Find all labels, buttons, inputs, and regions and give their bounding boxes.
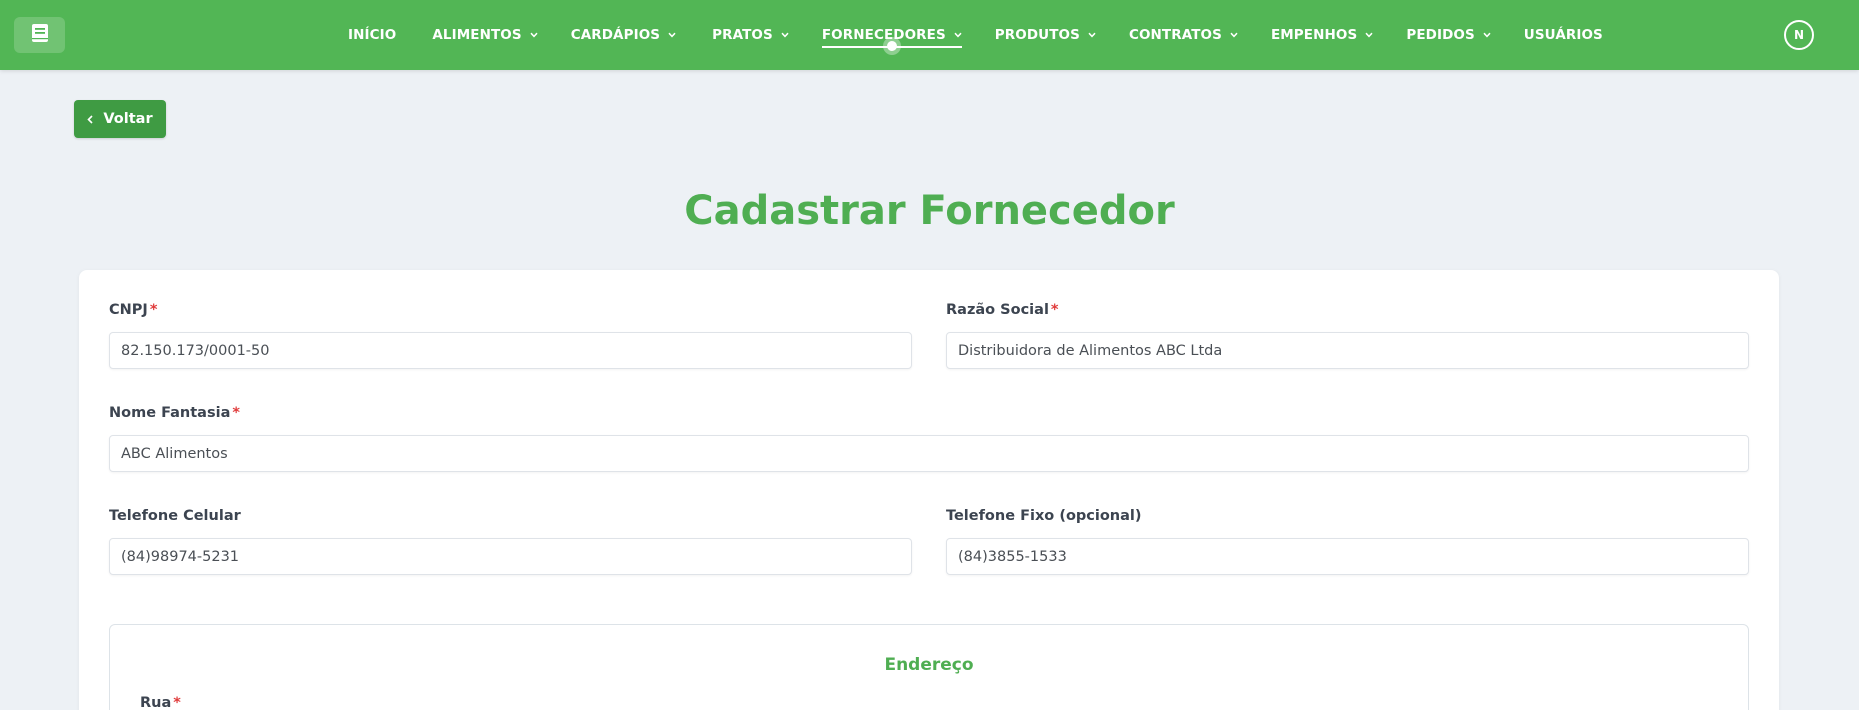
back-button[interactable]: Voltar	[74, 100, 166, 138]
nav-item-cardapios[interactable]: CARDÁPIOS	[571, 0, 676, 70]
cursor-dot-indicator	[886, 41, 897, 51]
chevron-down-icon	[1230, 32, 1238, 38]
chevron-down-icon	[1483, 32, 1491, 38]
telefone-fixo-field-group: Telefone Fixo (opcional)	[946, 506, 1749, 575]
page-title: Cadastrar Fornecedor	[684, 188, 1175, 234]
back-button-label: Voltar	[103, 111, 153, 127]
razao-social-field-group: Razão Social *	[946, 300, 1749, 369]
required-mark: *	[173, 695, 181, 710]
telefone-celular-field-group: Telefone Celular	[109, 506, 912, 575]
chevron-down-icon	[1088, 32, 1096, 38]
nav-item-label: USUÁRIOS	[1523, 27, 1603, 43]
book-icon	[31, 23, 49, 47]
user-avatar[interactable]: N	[1784, 20, 1814, 50]
top-navbar: INÍCIO ALIMENTOS CARDÁPIOS PRATOS FORNECEDOR…	[0, 0, 1859, 70]
nav-item-label: INÍCIO	[348, 27, 397, 43]
nav-item-label: PRODUTOS	[994, 27, 1080, 43]
telefone-fixo-label: Telefone Fixo (opcional)	[946, 508, 1142, 524]
supplier-form-card: CNPJ* Razão Social* Nome Fantasia* Telef…	[79, 270, 1779, 710]
razao-social-input[interactable]	[946, 332, 1749, 369]
nav-item-alimentos[interactable]: ALIMENTOS	[432, 0, 538, 70]
nav-item-label: PEDIDOS	[1406, 27, 1475, 43]
required-mark: *	[1050, 302, 1059, 318]
nav-item-contratos[interactable]: CONTRATOS	[1129, 0, 1238, 70]
nav-item-pratos[interactable]: PRATOS	[712, 0, 789, 70]
nav-item-label: ALIMENTOS	[432, 27, 522, 43]
nome-fantasia-label: Nome Fantasia *	[109, 405, 240, 421]
nav-item-produtos[interactable]: PRODUTOS	[995, 0, 1096, 70]
chevron-left-icon	[87, 114, 93, 124]
telefone-celular-input[interactable]	[109, 538, 912, 575]
address-section: Endereço Rua *	[109, 624, 1749, 710]
nav-item-label: CARDÁPIOS	[570, 27, 661, 43]
chevron-down-icon	[668, 32, 676, 38]
nav-item-pedidos[interactable]: PEDIDOS	[1406, 0, 1491, 70]
rua-label: Rua *	[140, 695, 181, 710]
main-menu: INÍCIO ALIMENTOS CARDÁPIOS PRATOS FORNECEDOR…	[348, 0, 1603, 70]
nav-item-inicio[interactable]: INÍCIO	[348, 0, 396, 70]
nav-item-label: EMPENHOS	[1270, 27, 1358, 43]
chevron-down-icon	[954, 32, 962, 38]
nav-item-usuarios[interactable]: USUÁRIOS	[1524, 0, 1603, 70]
cnpj-label: CNPJ *	[109, 302, 158, 318]
cnpj-field-group: CNPJ *	[109, 300, 912, 369]
nav-item-label: FORNECEDORES	[821, 27, 946, 43]
nav-item-label: PRATOS	[712, 27, 773, 43]
address-section-title: Endereço	[884, 655, 974, 675]
cnpj-input[interactable]	[109, 332, 912, 369]
nome-fantasia-input[interactable]	[109, 435, 1749, 472]
nav-item-empenhos[interactable]: EMPENHOS	[1271, 0, 1373, 70]
chevron-down-icon	[530, 32, 538, 38]
telefone-fixo-input[interactable]	[946, 538, 1749, 575]
telefone-celular-label: Telefone Celular	[109, 508, 241, 524]
required-mark: *	[149, 302, 158, 318]
chevron-down-icon	[1365, 32, 1373, 38]
nome-fantasia-field-group: Nome Fantasia *	[109, 403, 1749, 472]
nav-item-fornecedores[interactable]: FORNECEDORES	[821, 0, 962, 70]
home-logo-button[interactable]	[14, 17, 65, 53]
razao-social-label: Razão Social *	[946, 302, 1059, 318]
chevron-down-icon	[781, 32, 789, 38]
required-mark: *	[232, 405, 240, 421]
nav-item-label: CONTRATOS	[1128, 27, 1222, 43]
